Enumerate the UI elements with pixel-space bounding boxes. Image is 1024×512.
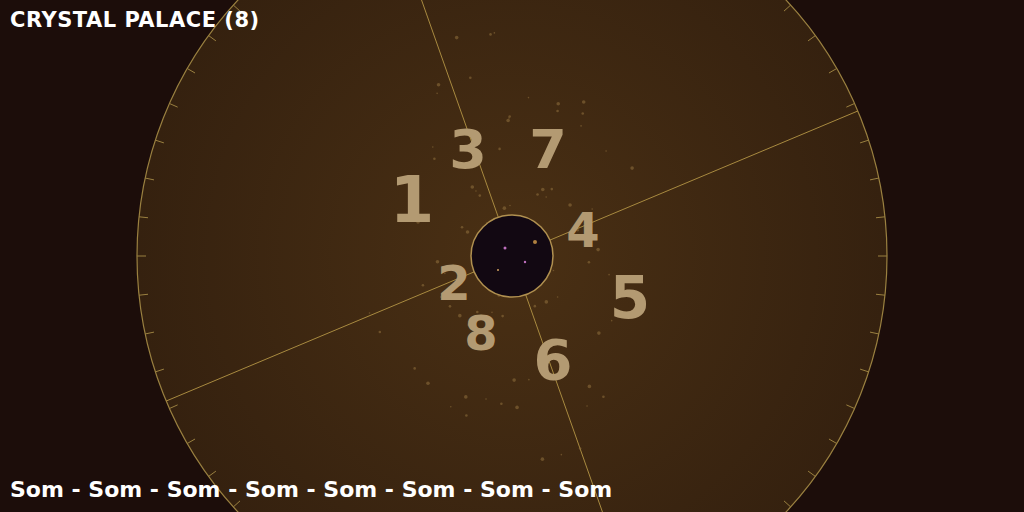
- system-title: CRYSTAL PALACE (8): [10, 8, 1014, 32]
- sector-map: [0, 0, 1024, 512]
- orbit-marker[interactable]: 7: [529, 123, 567, 177]
- orbit-marker[interactable]: 2: [437, 259, 470, 307]
- planet-list: Som - Som - Som - Som - Som - Som - Som …: [10, 477, 1014, 502]
- star-core[interactable]: [471, 215, 553, 297]
- orbit-marker[interactable]: 1: [390, 168, 435, 232]
- orbit-marker[interactable]: 8: [464, 309, 497, 357]
- orbit-marker[interactable]: 5: [610, 269, 650, 327]
- axis-line: [140, 100, 884, 412]
- sector-screen: 137 45682 CRYSTAL PALACE (8) Som - Som - So…: [0, 0, 1024, 512]
- system-disc: [137, 0, 887, 512]
- axis-line: [418, 0, 606, 512]
- orbit-marker[interactable]: 4: [566, 206, 599, 254]
- orbit-marker[interactable]: 6: [534, 332, 573, 388]
- orbit-marker[interactable]: 3: [449, 123, 487, 177]
